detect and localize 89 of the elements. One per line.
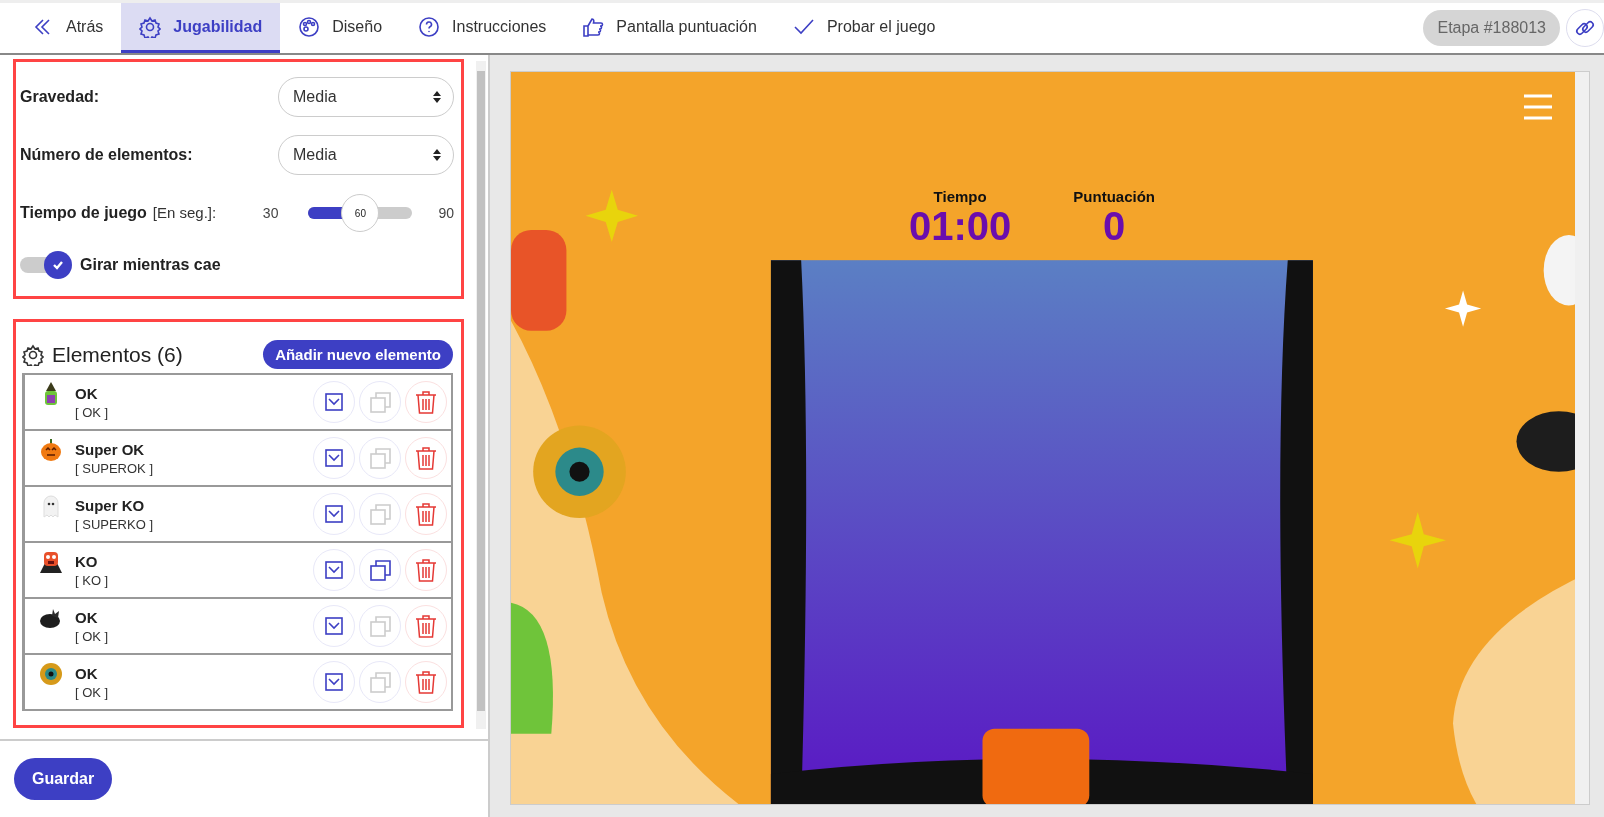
element-name: OK — [75, 608, 99, 626]
element-type: [ SUPERKO ] — [75, 516, 155, 532]
expand-button[interactable] — [313, 661, 355, 703]
delete-button[interactable] — [405, 549, 447, 591]
sort-arrows-icon — [433, 149, 441, 161]
tab[interactable]: Instrucciones — [400, 3, 565, 53]
copy-icon — [368, 670, 392, 694]
section-title: Elementos (6) — [52, 342, 183, 367]
stage-badge: Etapa #188013 — [1423, 10, 1560, 46]
time-label: Tiempo — [933, 188, 987, 205]
element-row[interactable]: Super OK [ SUPEROK ] — [25, 429, 451, 485]
expand-button[interactable] — [313, 437, 355, 479]
slider[interactable]: 60 — [308, 194, 413, 232]
sort-arrows-icon — [433, 91, 441, 103]
element-row[interactable]: OK [ OK ] — [25, 653, 451, 709]
thumbs-up-icon — [582, 15, 605, 38]
duplicate-button[interactable] — [359, 549, 401, 591]
delete-button[interactable] — [405, 605, 447, 647]
toggle-label: Girar mientras cae — [80, 256, 221, 274]
field-hint: [En seg.]: — [152, 204, 217, 221]
tab[interactable]: Probar el juego — [774, 3, 954, 53]
element-name: OK — [75, 664, 99, 682]
time-value: 01:00 — [909, 205, 1012, 247]
slider-thumb[interactable]: 60 — [341, 194, 380, 232]
gear-icon — [22, 343, 44, 366]
monster-icon — [39, 549, 63, 575]
dropdown[interactable]: Media — [278, 77, 454, 117]
link-button[interactable] — [1566, 9, 1604, 47]
delete-button[interactable] — [405, 381, 447, 423]
element-name: OK — [75, 384, 99, 402]
chevron-down-icon — [325, 617, 343, 635]
expand-button[interactable] — [313, 605, 355, 647]
trash-icon — [415, 390, 437, 414]
trash-icon — [415, 670, 437, 694]
score-value: 0 — [1103, 205, 1126, 247]
copy-icon — [368, 446, 392, 470]
expand-button[interactable] — [313, 549, 355, 591]
copy-icon — [368, 502, 392, 526]
element-row[interactable]: OK [ OK ] — [25, 375, 451, 429]
dropdown[interactable]: Media — [278, 135, 454, 175]
help-icon — [418, 15, 441, 38]
scrollbar[interactable] — [476, 61, 486, 729]
slider-max: 90 — [438, 205, 454, 221]
gear-icon — [139, 15, 162, 38]
copy-icon — [368, 614, 392, 638]
element-type: [ KO ] — [75, 572, 110, 588]
delete-button[interactable] — [405, 661, 447, 703]
element-name: Super KO — [75, 496, 146, 514]
trash-icon — [415, 502, 437, 526]
element-row[interactable]: Super KO [ SUPERKO ] — [25, 485, 451, 541]
menu-icon — [1523, 92, 1553, 122]
tab[interactable]: Diseño — [280, 3, 401, 53]
toggle-switch[interactable] — [20, 251, 72, 279]
expand-button[interactable] — [313, 381, 355, 423]
element-name: KO — [75, 552, 99, 570]
element-row[interactable]: KO [ KO ] — [25, 541, 451, 597]
expand-button[interactable] — [313, 493, 355, 535]
slider-min: 30 — [262, 205, 279, 221]
trash-icon — [415, 446, 437, 470]
element-row[interactable]: OK [ OK ] — [25, 597, 451, 653]
chevron-down-icon — [325, 393, 343, 411]
tab[interactable]: Pantalla puntuación — [564, 3, 775, 53]
add-element-button[interactable]: Añadir nuevo elemento — [263, 340, 453, 369]
copy-icon — [368, 558, 392, 582]
scrollbar[interactable] — [1575, 72, 1589, 804]
element-type: [ OK ] — [75, 404, 110, 420]
save-button[interactable]: Guardar — [14, 758, 113, 800]
field-label: Tiempo de juego — [20, 204, 147, 221]
field-label: Número de elementos: — [20, 146, 193, 164]
palette-icon — [298, 15, 321, 38]
delete-button[interactable] — [405, 493, 447, 535]
element-type: [ OK ] — [75, 628, 110, 644]
back-link[interactable]: Atrás — [14, 3, 122, 53]
chevron-down-icon — [325, 449, 343, 467]
tab[interactable]: Jugabilidad — [121, 3, 281, 53]
trash-icon — [415, 558, 437, 582]
element-type: [ OK ] — [75, 684, 110, 700]
chevron-down-icon — [325, 561, 343, 579]
eyeball-icon — [39, 661, 63, 687]
element-name: Super OK — [75, 440, 146, 458]
trash-icon — [415, 614, 437, 638]
chevron-down-icon — [325, 673, 343, 691]
chevron-down-icon — [325, 505, 343, 523]
element-type: [ SUPEROK ] — [75, 460, 155, 476]
score-label: Puntuación — [1073, 188, 1155, 205]
copy-icon — [368, 390, 392, 414]
pumpkin-icon — [39, 437, 63, 463]
field-label: Gravedad: — [20, 88, 100, 106]
delete-button[interactable] — [405, 437, 447, 479]
